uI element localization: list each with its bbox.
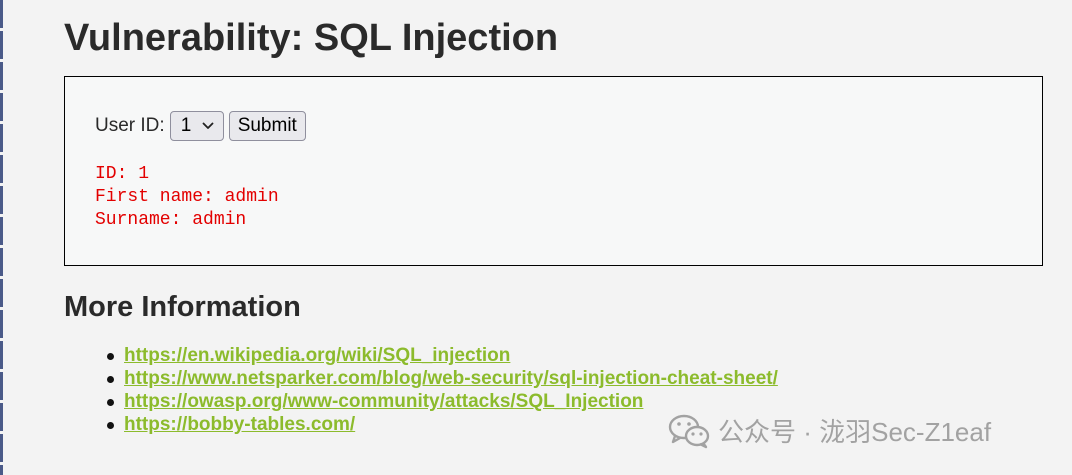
watermark: 公众号 · 泷羽Sec-Z1eaf	[668, 412, 991, 449]
left-border-rule	[0, 0, 3, 475]
wechat-icon	[668, 413, 710, 449]
page-title: Vulnerability: SQL Injection	[64, 17, 559, 59]
user-id-select-value: 1	[180, 115, 192, 136]
link-netsparker-cheat-sheet[interactable]: https://www.netsparker.com/blog/web-secu…	[124, 368, 778, 389]
result-surname: Surname: admin	[95, 210, 247, 230]
watermark-text: 公众号 · 泷羽Sec-Z1eaf	[718, 417, 992, 447]
result-id: ID: 1	[95, 164, 150, 184]
user-id-select[interactable]: 1	[169, 111, 224, 141]
list-item: https://en.wikipedia.org/wiki/SQL_inject…	[107, 344, 778, 367]
more-information-heading: More Information	[64, 291, 301, 323]
list-item: https://owasp.org/www-community/attacks/…	[107, 390, 778, 413]
link-bobby-tables[interactable]: https://bobby-tables.com/	[124, 414, 355, 435]
query-result: ID: 1 First name: admin Surname: admin	[95, 163, 279, 232]
list-item: https://www.netsparker.com/blog/web-secu…	[107, 367, 778, 390]
chevron-down-icon	[202, 122, 214, 130]
result-first-name: First name: admin	[95, 187, 279, 207]
link-owasp-sql-injection[interactable]: https://owasp.org/www-community/attacks/…	[124, 391, 643, 412]
submit-button[interactable]: Submit	[228, 111, 306, 141]
user-id-form: User ID: 1 Submit	[95, 111, 306, 141]
link-wikipedia-sql-injection[interactable]: https://en.wikipedia.org/wiki/SQL_inject…	[124, 345, 510, 366]
user-id-label: User ID:	[95, 115, 165, 136]
vulnerability-box: User ID: 1 Submit ID: 1 First name: admin…	[64, 76, 1043, 266]
